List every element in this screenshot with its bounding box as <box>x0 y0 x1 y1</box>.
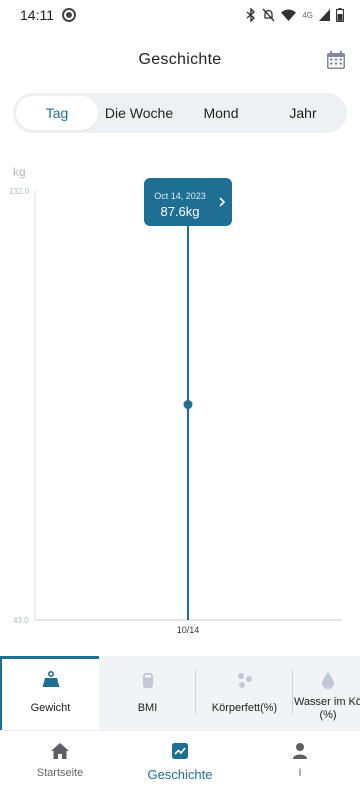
metric-body-fat[interactable]: Körperfett(%) <box>196 656 293 730</box>
body-fat-icon <box>237 673 252 688</box>
metric-label-line2: (%) <box>319 709 337 721</box>
metric-label: BMI <box>137 702 158 714</box>
period-tabs: Tag Die Woche Mond Jahr <box>13 93 347 133</box>
bottom-navigation: Startseite Geschichte I <box>0 730 360 800</box>
status-time: 14:11 <box>20 7 54 23</box>
person-icon <box>293 743 307 759</box>
wifi-icon <box>281 9 297 21</box>
page-title: Geschichte <box>138 51 222 68</box>
nav-profile[interactable]: I <box>240 731 360 800</box>
history-chart-icon <box>172 743 188 759</box>
mute-icon <box>262 8 275 22</box>
metric-weight[interactable]: Gewicht <box>2 656 99 730</box>
home-icon <box>51 743 69 759</box>
weight-history-chart[interactable]: kg 132.0 43.0 10/14 Oct 14, 2023 87.6kg <box>0 150 360 650</box>
x-tick-label: 10/14 <box>177 625 200 635</box>
metric-label: Wasser im Kö <box>293 696 360 708</box>
signal-icon <box>319 9 330 21</box>
y-tick-min: 43.0 <box>13 616 29 625</box>
tab-week[interactable]: Die Woche <box>98 96 180 130</box>
status-bar-right: 4G <box>246 8 344 22</box>
battery-icon <box>336 8 344 22</box>
tooltip-date: Oct 14, 2023 <box>154 191 206 201</box>
status-bar: 14:11 4G <box>0 0 360 30</box>
app-header: Geschichte <box>0 40 360 80</box>
metric-selector: Gewicht BMI Körperfett(%) Wasser im Kö (… <box>0 656 360 730</box>
metric-label: Körperfett(%) <box>211 702 278 714</box>
nav-label: I <box>298 767 302 779</box>
calendar-icon[interactable] <box>326 50 346 70</box>
bmi-icon <box>142 673 153 688</box>
y-axis-unit-label: kg <box>13 165 26 179</box>
network-type: 4G <box>302 10 313 20</box>
metric-bmi[interactable]: BMI <box>99 656 196 730</box>
bluetooth-icon <box>246 8 256 22</box>
nav-label: Geschichte <box>147 767 213 782</box>
tab-year[interactable]: Jahr <box>262 96 344 130</box>
metric-label: Gewicht <box>30 702 71 714</box>
data-point[interactable] <box>183 400 193 410</box>
tab-month[interactable]: Mond <box>180 96 262 130</box>
status-bar-left: 14:11 <box>20 7 76 23</box>
chart-svg: kg 132.0 43.0 10/14 Oct 14, 2023 87.6kg <box>9 165 342 635</box>
tooltip-value: 87.6kg <box>160 204 199 219</box>
weight-icon <box>42 670 59 687</box>
nav-home[interactable]: Startseite <box>0 731 120 800</box>
nav-label: Startseite <box>36 767 84 779</box>
water-drop-icon <box>322 672 334 689</box>
y-tick-max: 132.0 <box>9 187 30 196</box>
metric-water[interactable]: Wasser im Kö (%) <box>293 656 360 730</box>
nav-history[interactable]: Geschichte <box>120 731 240 800</box>
tab-day[interactable]: Tag <box>16 96 98 130</box>
notification-app-icon <box>62 8 76 22</box>
